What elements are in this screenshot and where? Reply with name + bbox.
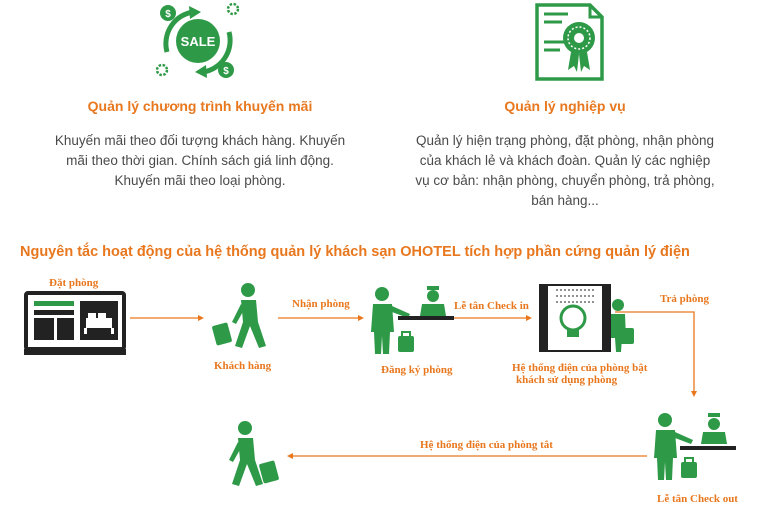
booking-screen-icon <box>24 291 126 355</box>
power-on-label-2: khách sử dụng phòng <box>516 374 618 386</box>
receive-room-label: Nhận phòng <box>292 298 350 310</box>
room-power-on-icon <box>539 284 634 352</box>
departing-guest-icon <box>229 421 279 486</box>
power-off-label: Hệ thống điện của phòng tắt <box>420 439 553 451</box>
checkin-label: Lễ tân Check in <box>454 300 529 312</box>
checkout-label: Lễ tân Check out <box>657 493 738 505</box>
register-room-label: Đăng ký phòng <box>381 364 453 376</box>
walking-guest-icon <box>212 283 266 348</box>
power-on-label-1: Hệ thống điện của phòng bật <box>512 362 648 374</box>
checkout-desk-icon <box>654 413 736 480</box>
checkout-arrow-label: Trả phòng <box>660 293 710 305</box>
guest-label: Khách hàng <box>214 360 272 372</box>
booking-label: Đặt phòng <box>49 277 99 289</box>
registration-desk-icon <box>371 286 454 354</box>
flow-diagram <box>24 283 736 486</box>
